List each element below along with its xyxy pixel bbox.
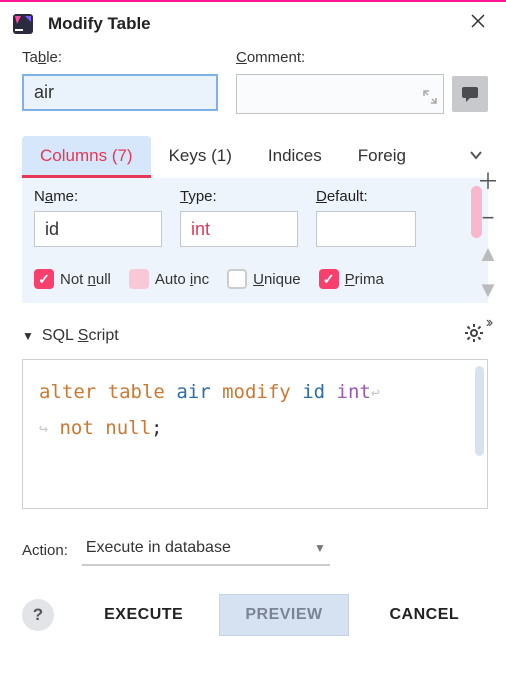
- unique-checkbox[interactable]: Unique: [227, 269, 301, 289]
- expand-icon: [423, 90, 437, 107]
- not-null-checkbox[interactable]: ✓ Not null: [34, 269, 111, 289]
- sql-script-editor[interactable]: alter table air modify id int↩ ↪ not nul…: [22, 359, 488, 509]
- preview-button[interactable]: PREVIEW: [219, 594, 348, 636]
- column-default-label: Default:: [316, 188, 416, 205]
- table-label: Table:: [22, 49, 222, 66]
- column-type-input[interactable]: [180, 211, 298, 247]
- tab-columns[interactable]: Columns (7): [22, 136, 151, 178]
- more-icon[interactable]: ››: [486, 315, 491, 331]
- action-select[interactable]: Execute in database ▼: [82, 535, 330, 566]
- help-button[interactable]: ?: [22, 599, 54, 631]
- columns-panel: Name: Type: Default: ✓ Not null Auto inc: [22, 178, 488, 303]
- dialog-title: Modify Table: [48, 14, 464, 34]
- table-name-input[interactable]: [22, 74, 218, 111]
- soft-wrap-icon: ↪: [39, 419, 48, 437]
- side-controls: ＋ − ▲ ▼ ››: [476, 171, 500, 331]
- cancel-button[interactable]: CANCEL: [361, 594, 488, 636]
- remove-icon[interactable]: −: [482, 207, 495, 229]
- execute-button[interactable]: EXECUTE: [80, 594, 207, 636]
- action-selected-value: Execute in database: [86, 539, 231, 557]
- comment-label: Comment:: [236, 49, 488, 66]
- sql-scrollbar[interactable]: [475, 366, 484, 456]
- collapse-toggle-icon[interactable]: ▼: [22, 329, 34, 343]
- action-label: Action:: [22, 542, 68, 559]
- title-bar: Modify Table: [0, 2, 506, 45]
- primary-checkbox[interactable]: ✓ Prima: [319, 269, 384, 289]
- tabs: Columns (7) Keys (1) Indices Foreig: [22, 136, 460, 178]
- dropdown-caret-icon: ▼: [314, 541, 326, 555]
- comment-icon[interactable]: [452, 76, 488, 112]
- auto-inc-checkbox[interactable]: Auto inc: [129, 269, 209, 289]
- column-default-input[interactable]: [316, 211, 416, 247]
- move-up-icon[interactable]: ▲: [477, 243, 499, 265]
- move-down-icon[interactable]: ▼: [477, 279, 499, 301]
- soft-wrap-icon: ↩: [371, 383, 380, 401]
- add-icon[interactable]: ＋: [477, 171, 499, 193]
- tab-keys[interactable]: Keys (1): [151, 136, 250, 178]
- tab-indices[interactable]: Indices: [250, 136, 340, 178]
- column-name-input[interactable]: [34, 211, 162, 247]
- tab-foreign-keys[interactable]: Foreig: [340, 136, 424, 178]
- close-icon[interactable]: [464, 10, 492, 37]
- column-name-label: Name:: [34, 188, 162, 205]
- column-type-label: Type:: [180, 188, 298, 205]
- sql-script-label: SQL Script: [42, 327, 456, 345]
- comment-input[interactable]: [236, 74, 444, 114]
- intellij-icon: [12, 13, 34, 35]
